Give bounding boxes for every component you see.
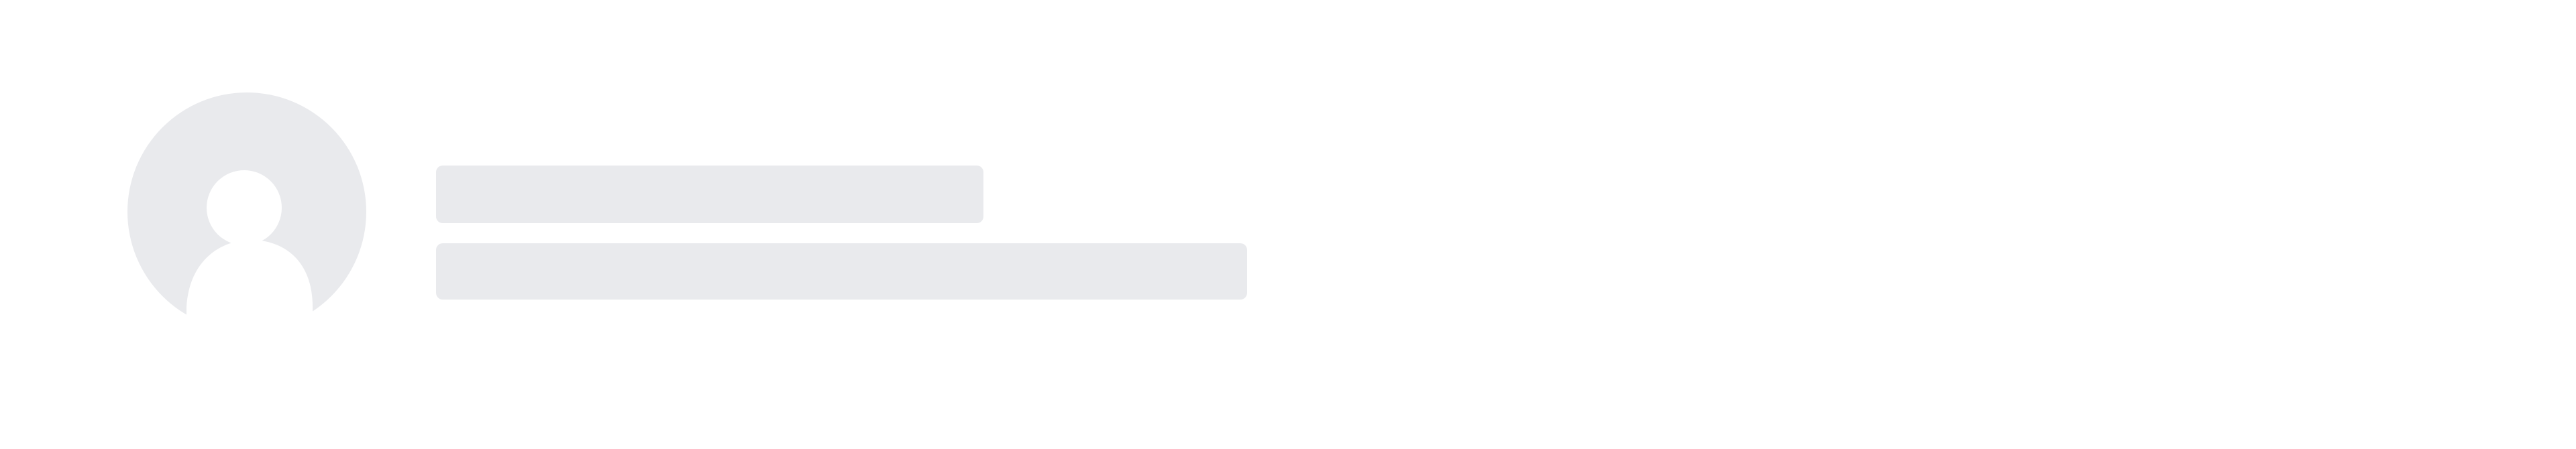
avatar-head-shape xyxy=(207,170,282,245)
profile-loading-skeleton xyxy=(0,0,2576,449)
description-placeholder-line xyxy=(436,243,1247,300)
name-placeholder-line xyxy=(436,166,983,223)
user-avatar-placeholder-icon xyxy=(127,92,366,331)
